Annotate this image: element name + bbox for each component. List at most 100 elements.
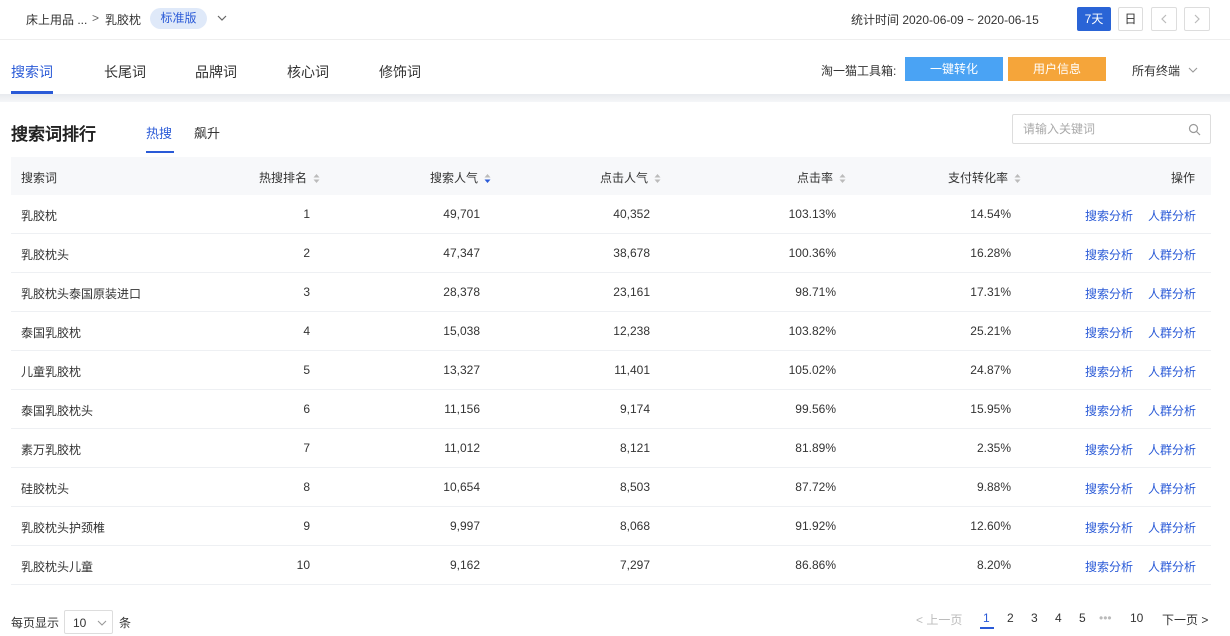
chevron-right-icon — [1194, 14, 1200, 24]
table-row: 硅胶枕头 8 10,654 8,503 87.72% 9.88% 搜索分析 人群… — [11, 468, 1211, 507]
tab-modifier-words[interactable]: 修饰词 — [379, 62, 421, 82]
crowd-analysis-link[interactable]: 人群分析 — [1148, 207, 1196, 224]
search-analysis-link[interactable]: 搜索分析 — [1085, 519, 1133, 536]
cell-click-rate: 100.36% — [788, 246, 836, 260]
cell-keyword: 儿童乳胶枕 — [21, 365, 82, 379]
cell-search-popularity: 10,654 — [443, 480, 480, 494]
subtab-rising[interactable]: 飙升 — [194, 123, 220, 142]
search-icon[interactable] — [1188, 123, 1201, 136]
page-size-value: 10 — [73, 616, 87, 630]
cell-rank: 5 — [303, 363, 310, 377]
prev-period-button[interactable] — [1151, 7, 1177, 31]
cell-click-popularity: 38,678 — [613, 246, 650, 260]
page-3[interactable]: 3 — [1031, 611, 1038, 625]
tab-brand-words[interactable]: 品牌词 — [195, 62, 237, 82]
one-click-convert-button[interactable]: 一键转化 — [905, 57, 1003, 81]
keyword-search-input[interactable] — [1023, 121, 1183, 137]
next-period-button[interactable] — [1184, 7, 1210, 31]
page-1[interactable]: 1 — [983, 611, 990, 625]
table-header: 搜索词 热搜排名 搜索人气 点击人气 点击率 支付转化率 操作 — [11, 157, 1211, 195]
cell-keyword: 泰国乳胶枕 — [21, 326, 82, 340]
tab-core-words[interactable]: 核心词 — [287, 62, 329, 82]
cell-rank: 1 — [303, 207, 310, 221]
cell-conversion-rate: 15.95% — [970, 402, 1011, 416]
sort-icon[interactable] — [654, 173, 661, 184]
sort-icon[interactable] — [1014, 173, 1021, 184]
table-row: 泰国乳胶枕头 6 11,156 9,174 99.56% 15.95% 搜索分析… — [11, 390, 1211, 429]
crowd-analysis-link[interactable]: 人群分析 — [1148, 441, 1196, 458]
cell-search-popularity: 28,378 — [443, 285, 480, 299]
column-header-actions: 操作 — [1171, 171, 1196, 185]
page-5[interactable]: 5 — [1079, 611, 1086, 625]
column-header-conversion-rate[interactable]: 支付转化率 — [948, 169, 1021, 186]
crowd-analysis-link[interactable]: 人群分析 — [1148, 402, 1196, 419]
search-analysis-link[interactable]: 搜索分析 — [1085, 207, 1133, 224]
cell-conversion-rate: 24.87% — [970, 363, 1011, 377]
column-header-click-rate[interactable]: 点击率 — [797, 169, 846, 186]
range-7-days-button[interactable]: 7天 — [1077, 7, 1111, 31]
crowd-analysis-link[interactable]: 人群分析 — [1148, 246, 1196, 263]
section-divider — [0, 94, 1230, 102]
page-2[interactable]: 2 — [1007, 611, 1014, 625]
cell-keyword: 乳胶枕头泰国原装进口 — [21, 287, 142, 301]
cell-rank: 8 — [303, 480, 310, 494]
cell-rank: 4 — [303, 324, 310, 338]
column-header-search-popularity[interactable]: 搜索人气 — [430, 169, 491, 186]
column-header-click-popularity[interactable]: 点击人气 — [600, 169, 661, 186]
prev-page-button[interactable]: < 上一页 — [916, 611, 962, 628]
cell-click-popularity: 12,238 — [613, 324, 650, 338]
pagination-ellipsis[interactable]: ••• — [1099, 611, 1112, 625]
search-analysis-link[interactable]: 搜索分析 — [1085, 558, 1133, 575]
column-header-label: 点击人气 — [600, 171, 649, 185]
sort-desc-icon[interactable] — [484, 173, 491, 184]
cell-click-popularity: 7,297 — [619, 558, 650, 572]
crowd-analysis-link[interactable]: 人群分析 — [1148, 324, 1196, 341]
page-size-select[interactable]: 10 — [64, 610, 113, 634]
ranking-table-body: 乳胶枕 1 49,701 40,352 103.13% 14.54% 搜索分析 … — [11, 195, 1211, 585]
sort-icon[interactable] — [313, 173, 320, 184]
cell-click-popularity: 8,503 — [619, 480, 650, 494]
next-page-button[interactable]: 下一页 > — [1162, 611, 1208, 628]
subtab-hot-search[interactable]: 热搜 — [146, 123, 172, 142]
cell-keyword: 泰国乳胶枕头 — [21, 404, 94, 418]
stat-time: 统计时间 2020-06-09 ~ 2020-06-15 — [851, 13, 1039, 27]
crowd-analysis-link[interactable]: 人群分析 — [1148, 285, 1196, 302]
tab-long-tail-words[interactable]: 长尾词 — [104, 62, 146, 82]
cell-conversion-rate: 9.88% — [976, 480, 1011, 494]
range-day-button[interactable]: 日 — [1118, 7, 1143, 31]
cell-conversion-rate: 2.35% — [976, 441, 1011, 455]
crowd-analysis-link[interactable]: 人群分析 — [1148, 558, 1196, 575]
cell-click-rate: 103.13% — [788, 207, 836, 221]
user-info-button[interactable]: 用户信息 — [1008, 57, 1106, 81]
page-10[interactable]: 10 — [1130, 611, 1143, 625]
breadcrumb-separator: > — [92, 11, 100, 25]
table-row: 乳胶枕头护颈椎 9 9,997 8,068 91.92% 12.60% 搜索分析… — [11, 507, 1211, 546]
column-header-hot-rank[interactable]: 热搜排名 — [259, 169, 320, 186]
breadcrumb-category[interactable]: 床上用品 ... — [26, 11, 87, 28]
page-4[interactable]: 4 — [1055, 611, 1062, 625]
search-analysis-link[interactable]: 搜索分析 — [1085, 480, 1133, 497]
tab-search-words[interactable]: 搜索词 — [11, 62, 53, 82]
cell-search-popularity: 47,347 — [443, 246, 480, 260]
search-analysis-link[interactable]: 搜索分析 — [1085, 324, 1133, 341]
column-header-label: 搜索人气 — [430, 171, 479, 185]
cell-keyword: 乳胶枕头儿童 — [21, 560, 94, 574]
crowd-analysis-link[interactable]: 人群分析 — [1148, 363, 1196, 380]
chevron-down-icon[interactable] — [1188, 65, 1198, 75]
sort-icon[interactable] — [839, 173, 846, 184]
cell-rank: 2 — [303, 246, 310, 260]
crowd-analysis-link[interactable]: 人群分析 — [1148, 519, 1196, 536]
search-analysis-link[interactable]: 搜索分析 — [1085, 363, 1133, 380]
chevron-down-icon[interactable] — [216, 12, 228, 24]
cell-click-rate: 99.56% — [795, 402, 836, 416]
search-analysis-link[interactable]: 搜索分析 — [1085, 246, 1133, 263]
chevron-down-icon — [97, 620, 107, 626]
cell-keyword: 乳胶枕 — [21, 209, 58, 223]
search-analysis-link[interactable]: 搜索分析 — [1085, 402, 1133, 419]
terminal-select[interactable]: 所有终端 — [1132, 62, 1180, 79]
search-analysis-link[interactable]: 搜索分析 — [1085, 441, 1133, 458]
search-analysis-link[interactable]: 搜索分析 — [1085, 285, 1133, 302]
crowd-analysis-link[interactable]: 人群分析 — [1148, 480, 1196, 497]
cell-keyword: 乳胶枕头 — [21, 248, 70, 262]
table-row: 乳胶枕头 2 47,347 38,678 100.36% 16.28% 搜索分析… — [11, 234, 1211, 273]
